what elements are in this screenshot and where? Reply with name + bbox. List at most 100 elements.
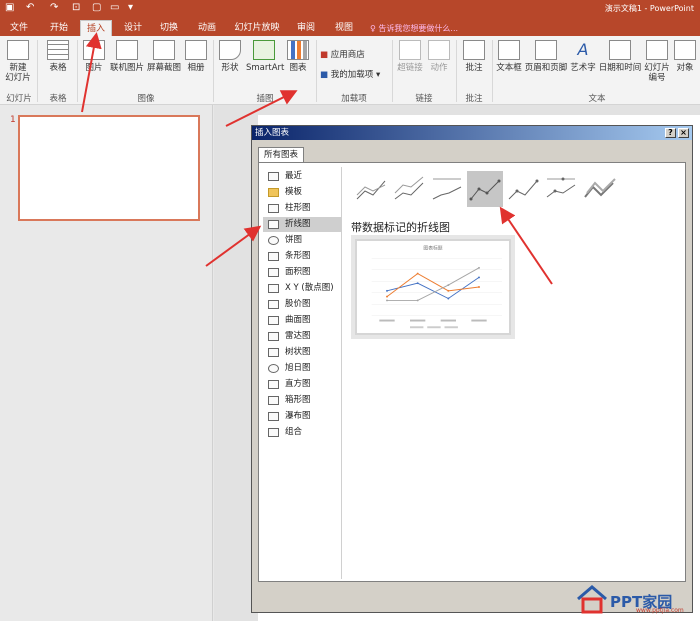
waterfall-chart-icon <box>268 412 279 421</box>
separator <box>492 40 493 102</box>
date-time-button[interactable]: 日期和时间 <box>598 40 642 73</box>
line-with-markers-subtype-thumb[interactable] <box>467 171 503 207</box>
document-title: 演示文稿1 - PowerPoint <box>604 4 694 13</box>
new-slide-button[interactable]: 新建 幻灯片 <box>4 40 32 83</box>
category-label: 箱形图 <box>285 395 311 405</box>
separator <box>392 40 393 102</box>
present-icon[interactable]: ⊡ <box>72 2 80 13</box>
close-button[interactable]: × <box>678 128 689 138</box>
hyperlink-label: 超链接 <box>397 63 423 73</box>
bar-chart-icon <box>268 252 279 261</box>
category-histogram[interactable]: 直方图 <box>263 377 342 392</box>
dialog-title: 插入图表 <box>252 126 692 140</box>
tab-all-charts[interactable]: 所有图表 <box>258 147 304 163</box>
tab-transitions[interactable]: 切换 <box>152 20 186 36</box>
group-label-illustrations: 插图 <box>256 94 274 104</box>
picture-button[interactable]: 图片 <box>82 40 106 73</box>
save-icon[interactable]: ▣ <box>5 2 14 13</box>
help-button[interactable]: ? <box>665 128 676 138</box>
customize-toolbar-icon[interactable]: ▾ <box>128 2 133 13</box>
tab-home[interactable]: 开始 <box>42 20 76 36</box>
wordart-icon: A <box>577 40 589 59</box>
category-label: 曲面图 <box>285 315 311 325</box>
category-bar[interactable]: 条形图 <box>263 249 342 264</box>
title-bar: ▣ ↶ ↷ ⊡ ▢ ▭ ▾ 演示文稿1 - PowerPoint <box>0 0 700 17</box>
my-addins-button[interactable]: ■ 我的加载项 ▾ <box>320 68 380 80</box>
stacked-line-subtype-thumb[interactable] <box>391 171 427 207</box>
category-pie[interactable]: 饼图 <box>263 233 342 248</box>
category-templates[interactable]: 模板 <box>263 185 342 200</box>
photo-album-icon <box>185 40 207 60</box>
category-treemap[interactable]: 树状图 <box>263 345 342 360</box>
tab-view[interactable]: 视图 <box>328 20 360 36</box>
tab-design[interactable]: 设计 <box>116 20 150 36</box>
percent-stacked-line-subtype-thumb[interactable] <box>429 171 465 207</box>
table-button[interactable]: 表格 <box>44 40 72 73</box>
folder-icon <box>268 188 279 197</box>
header-footer-button[interactable]: 页眉和页脚 <box>524 40 568 73</box>
category-line[interactable]: 折线图 <box>263 217 342 232</box>
textbox-button[interactable]: 文本框 <box>494 40 524 73</box>
category-recent[interactable]: 最近 <box>263 169 342 184</box>
radar-chart-icon <box>268 332 279 341</box>
open-file-icon[interactable]: ▭ <box>110 2 119 13</box>
new-file-icon[interactable]: ▢ <box>92 2 101 13</box>
category-box-whisker[interactable]: 箱形图 <box>263 393 342 408</box>
textbox-icon <box>498 40 520 60</box>
recent-icon <box>268 172 279 181</box>
comment-button[interactable]: 批注 <box>462 40 486 73</box>
chart-icon <box>287 40 309 60</box>
chart-button[interactable]: 图表 <box>286 40 310 73</box>
tab-review[interactable]: 审阅 <box>290 20 322 36</box>
category-waterfall[interactable]: 瀑布图 <box>263 409 342 424</box>
redo-icon[interactable]: ↷ <box>50 2 58 13</box>
chart-preview[interactable]: 图表标题 <box>355 239 511 335</box>
store-button[interactable]: ■ 应用商店 <box>320 48 365 60</box>
separator <box>213 40 214 102</box>
category-label: 条形图 <box>285 251 311 261</box>
hyperlink-button[interactable]: 超链接 <box>396 40 424 73</box>
wordart-button[interactable]: A 艺术字 <box>569 40 597 73</box>
category-area[interactable]: 面积图 <box>263 265 342 280</box>
category-sunburst[interactable]: 旭日图 <box>263 361 342 376</box>
percent-line-markers-subtype-thumb[interactable] <box>543 171 579 207</box>
category-stock[interactable]: 股价图 <box>263 297 342 312</box>
box-whisker-chart-icon <box>268 396 279 405</box>
group-label-addins: 加载项 <box>341 94 367 104</box>
online-picture-button[interactable]: 联机图片 <box>108 40 146 73</box>
smartart-button[interactable]: SmartArt <box>246 40 284 73</box>
shapes-button[interactable]: 形状 <box>218 40 242 73</box>
category-combo[interactable]: 组合 <box>263 425 342 440</box>
tab-animations[interactable]: 动画 <box>190 20 224 36</box>
separator <box>316 40 317 102</box>
action-button[interactable]: 动作 <box>428 40 450 73</box>
stacked-line-markers-subtype-thumb[interactable] <box>505 171 541 207</box>
tell-me-search[interactable]: ♀ 告诉我您想要做什么... <box>370 23 458 34</box>
tab-insert[interactable]: 插入 <box>80 20 112 37</box>
object-button[interactable]: 对象 <box>674 40 696 73</box>
column-chart-icon <box>268 204 279 213</box>
store-icon: ■ <box>320 50 329 60</box>
category-label: 面积图 <box>285 267 311 277</box>
screenshot-icon <box>153 40 175 60</box>
undo-icon[interactable]: ↶ <box>26 2 34 13</box>
online-picture-label: 联机图片 <box>109 63 144 73</box>
tab-slideshow[interactable]: 幻灯片放映 <box>228 20 286 36</box>
category-column[interactable]: 柱形图 <box>263 201 342 216</box>
category-radar[interactable]: 雷达图 <box>263 329 342 344</box>
slide-thumbnail[interactable] <box>18 115 200 221</box>
object-label: 对象 <box>676 63 694 73</box>
3d-line-subtype-thumb[interactable] <box>581 171 617 207</box>
object-icon <box>674 40 696 60</box>
category-scatter[interactable]: X Y (散点图) <box>263 281 342 296</box>
tab-file[interactable]: 文件 <box>4 20 34 36</box>
table-label: 表格 <box>49 63 67 73</box>
slide-number-button[interactable]: 幻灯片 编号 <box>643 40 671 83</box>
photo-album-button[interactable]: 相册 <box>184 40 208 73</box>
screenshot-button[interactable]: 屏幕截图 <box>147 40 181 73</box>
ribbon-tabs: 文件 开始 插入 设计 切换 动画 幻灯片放映 审阅 视图 ♀ 告诉我您想要做什… <box>0 17 700 37</box>
line-subtype-thumb[interactable] <box>353 171 389 207</box>
category-label: 折线图 <box>285 219 311 229</box>
category-surface[interactable]: 曲面图 <box>263 313 342 328</box>
separator <box>456 40 457 102</box>
